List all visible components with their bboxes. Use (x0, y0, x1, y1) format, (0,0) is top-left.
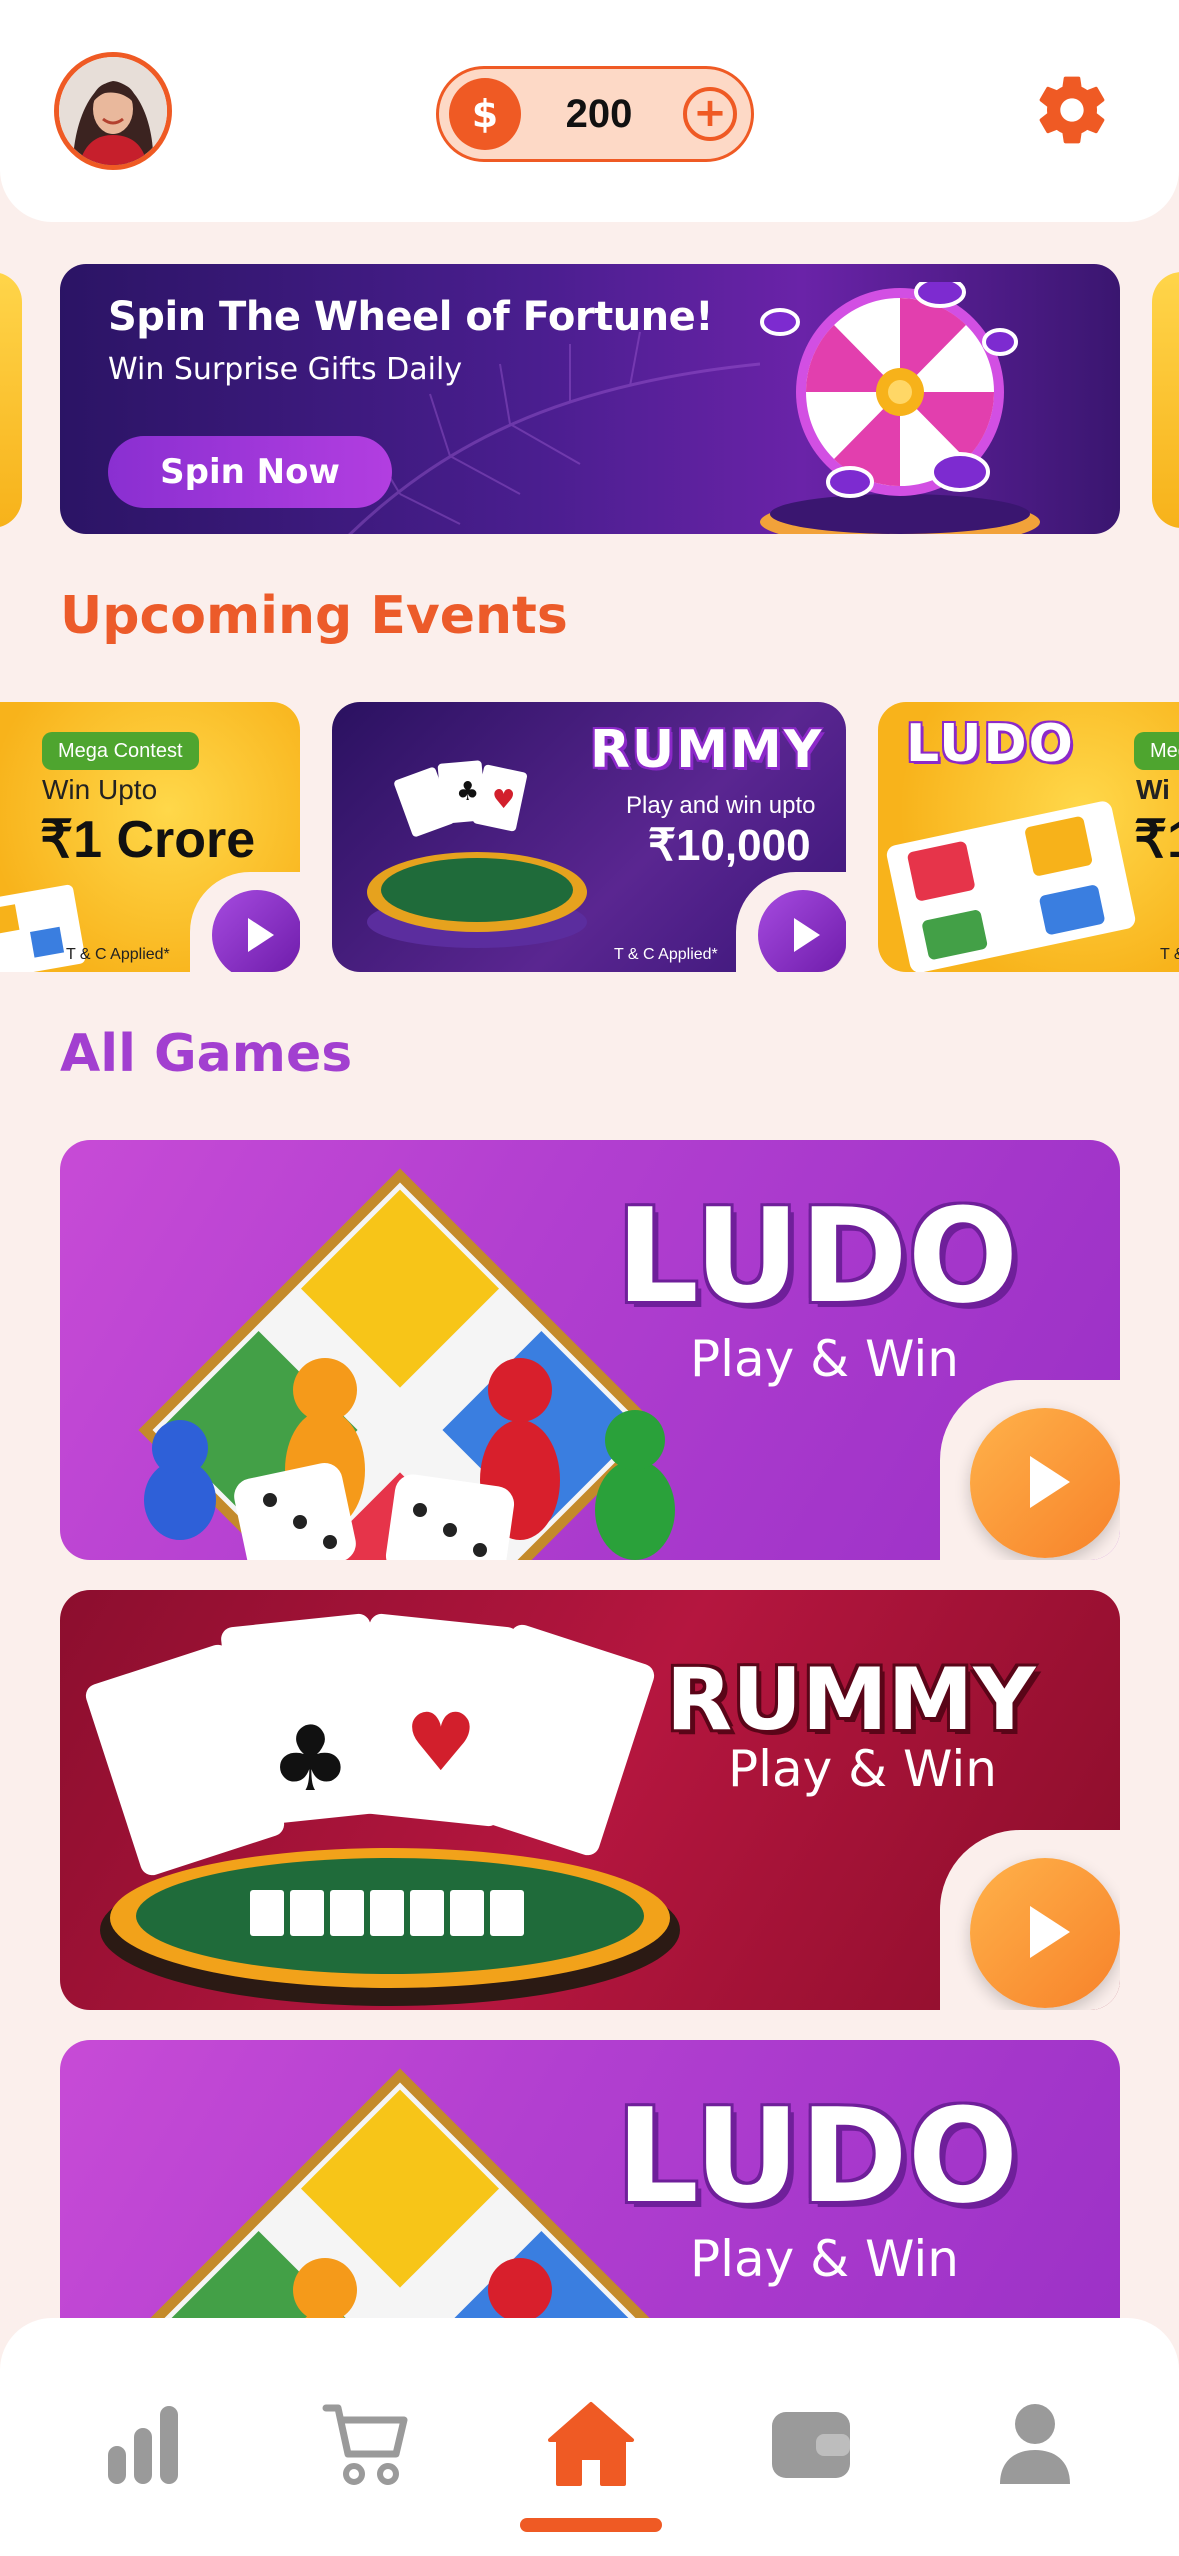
play-icon[interactable] (758, 890, 846, 972)
event-card-rummy[interactable]: ♣ ♥ RUMMY Play and win upto ₹10,000 T & … (332, 702, 846, 972)
svg-text:♥: ♥ (492, 785, 515, 815)
ludo-game-title: LUDO (616, 1180, 1019, 1332)
play-icon[interactable] (970, 1408, 1120, 1558)
home-icon[interactable] (546, 2398, 636, 2488)
bottom-navigation (0, 2318, 1179, 2556)
spin-wheel-banner[interactable]: Spin The Wheel of Fortune! Win Surprise … (60, 264, 1120, 534)
event-terms: T & (1160, 946, 1179, 963)
event-win-upto-label: Win Upto (42, 774, 158, 805)
game-play-cutout (940, 1830, 1120, 2010)
play-icon[interactable] (212, 890, 300, 972)
rummy-event-title: RUMMY (590, 720, 824, 780)
fortune-wheel-icon (760, 282, 1040, 534)
svg-text:♣: ♣ (270, 1707, 351, 1812)
rummy-event-subtitle: Play and win upto (626, 792, 816, 819)
add-coins-button[interactable]: + (683, 87, 737, 141)
dollar-coin-icon: $ (449, 78, 521, 150)
play-icon[interactable] (970, 1858, 1120, 2008)
ludo-event-title: LUDO (906, 714, 1075, 774)
ludo-board-icon (886, 801, 1136, 972)
rummy-event-prize: ₹10,000 (648, 821, 811, 870)
profile-icon[interactable] (990, 2398, 1080, 2488)
mega-contest-badge: Meg (1134, 732, 1179, 770)
mega-contest-badge: Mega Contest (42, 732, 199, 770)
game-card-rummy[interactable]: ♣ ♥ RUMMY Play & Win (60, 1590, 1120, 2010)
rummy-table-illustration: ♣ ♥ (85, 1613, 680, 2006)
event-card-ludo[interactable]: LUDO Meg Wi ₹1 T & (878, 702, 1179, 972)
event-terms: T & C Applied* (66, 946, 170, 963)
active-tab-indicator (520, 2518, 662, 2532)
next-banner-peek[interactable] (1152, 272, 1179, 528)
rummy-game-title: RUMMY (666, 1650, 1036, 1750)
all-games-heading: All Games (60, 1024, 353, 1084)
wallet-icon[interactable] (766, 2398, 856, 2488)
event-play-cutout (736, 872, 846, 972)
rummy-game-subtitle: Play & Win (728, 1740, 997, 1798)
cart-icon[interactable] (320, 2398, 410, 2488)
game-card-ludo[interactable]: LUDO Play & Win (60, 1140, 1120, 1560)
avatar[interactable] (54, 52, 172, 170)
event-prize-amount: ₹1 (1134, 811, 1179, 869)
event-card-mega-contest[interactable]: Mega Contest Win Upto ₹1 Crore T & C App… (0, 702, 300, 972)
upcoming-events-heading: Upcoming Events (60, 586, 568, 646)
ludo-game-title: LUDO (616, 2080, 1019, 2232)
settings-gear-icon[interactable] (1032, 70, 1112, 150)
top-header: $ 200 + (0, 0, 1179, 222)
avatar-image (59, 57, 167, 165)
leaderboard-icon[interactable] (100, 2398, 190, 2488)
banner-subtitle: Win Surprise Gifts Daily (108, 352, 463, 387)
ludo-game-subtitle: Play & Win (690, 2230, 959, 2288)
game-play-cutout (940, 1380, 1120, 1560)
coin-balance-pill[interactable]: $ 200 + (436, 66, 754, 162)
event-prize-amount: ₹1 Crore (40, 811, 256, 869)
banner-title: Spin The Wheel of Fortune! (108, 294, 714, 340)
event-play-cutout (190, 872, 300, 972)
rummy-table-icon: ♣ ♥ (367, 760, 587, 948)
svg-text:♥: ♥ (405, 1696, 477, 1789)
event-win-upto-label: Wi (1136, 774, 1170, 805)
prev-banner-peek[interactable] (0, 272, 22, 528)
ludo-game-subtitle: Play & Win (690, 1330, 959, 1388)
rummy-event-terms: T & C Applied* (614, 946, 718, 963)
svg-text:♣: ♣ (456, 777, 479, 807)
coin-balance: 200 (565, 92, 633, 136)
spin-now-button[interactable]: Spin Now (108, 436, 392, 508)
